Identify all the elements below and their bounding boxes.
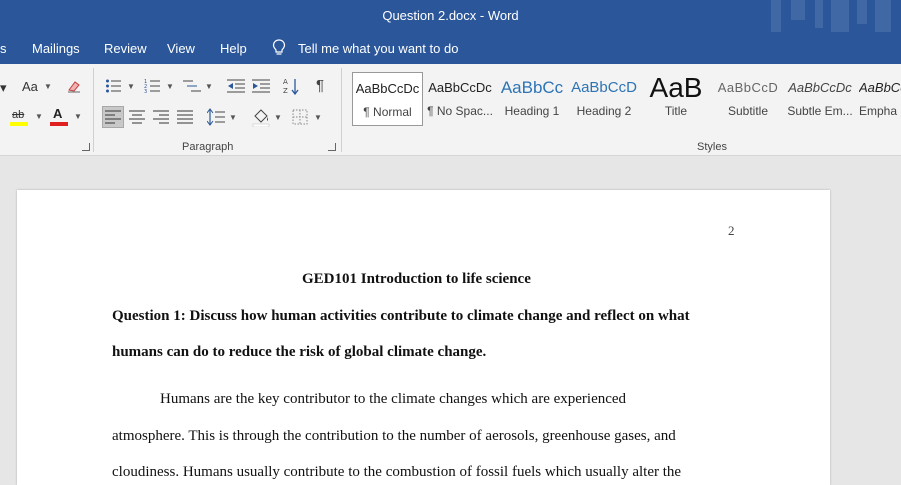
style-preview: AaB — [649, 72, 703, 103]
body-line-1: Humans are the key contributor to the cl… — [160, 391, 627, 407]
style-name: ¶ No Spac... — [427, 104, 493, 118]
line-spacing-icon[interactable] — [207, 108, 225, 126]
borders-icon[interactable] — [292, 109, 308, 125]
style-name: Heading 2 — [576, 104, 632, 118]
ribbon-tabs: s Mailings Review View Help Tell me what… — [0, 32, 901, 64]
body-line-3: cloudiness. Humans usually contribute to… — [112, 464, 682, 480]
tell-me-text: Tell me what you want to do — [298, 40, 459, 56]
font-dialog-launcher-icon[interactable] — [82, 143, 90, 151]
change-case-icon[interactable]: Aa — [22, 79, 38, 95]
align-right-icon[interactable] — [153, 110, 169, 124]
chevron-down-icon[interactable]: ▼ — [229, 113, 237, 122]
highlight-color-bar — [10, 122, 28, 126]
justify-icon[interactable] — [177, 110, 193, 124]
question-line-2: humans can do to reduce the risk of glob… — [112, 344, 487, 360]
tab-mailings[interactable]: Mailings — [32, 41, 80, 56]
style-preview: AaBbCcDc — [355, 81, 420, 96]
font-size-decrease-icon[interactable]: ▾ — [0, 80, 7, 96]
align-center-icon[interactable] — [129, 110, 145, 124]
title-bar: Question 2.docx - Word — [0, 0, 901, 32]
style-name: ¶ Normal — [363, 105, 412, 119]
chevron-down-icon[interactable]: ▼ — [274, 113, 282, 122]
text-highlight-icon[interactable]: ab — [12, 107, 24, 123]
numbering-icon[interactable]: 1 2 3 — [144, 78, 162, 94]
style-preview: AaBbCcDc — [428, 80, 492, 95]
font-color-icon[interactable]: A — [53, 106, 62, 122]
decrease-indent-icon[interactable] — [227, 78, 245, 94]
group-separator — [341, 68, 342, 152]
bullets-icon[interactable] — [105, 78, 123, 94]
style-name: Title — [664, 104, 688, 118]
tell-me-box[interactable]: Tell me what you want to do — [272, 39, 458, 57]
shading-icon[interactable] — [252, 107, 270, 127]
style-no-spacing[interactable]: AaBbCcDc ¶ No Spac... — [425, 72, 495, 126]
tab-review[interactable]: Review — [104, 41, 147, 56]
question-line-1: Question 1: Discuss how human activities… — [112, 308, 690, 324]
document-page[interactable]: 2 GED101 Introduction to life science Qu… — [17, 190, 830, 485]
chevron-down-icon[interactable]: ▼ — [314, 113, 322, 122]
align-left-icon — [105, 110, 121, 124]
chevron-down-icon[interactable]: ▼ — [127, 82, 135, 91]
style-name: Subtle Em... — [787, 104, 853, 118]
style-heading-2[interactable]: AaBbCcD Heading 2 — [569, 72, 639, 126]
svg-text:3: 3 — [144, 89, 147, 94]
chevron-down-icon[interactable]: ▼ — [35, 112, 43, 121]
title-bar-decoration — [761, 0, 901, 32]
page-number: 2 — [728, 223, 735, 238]
style-preview: AaBbCcD — [717, 80, 779, 95]
style-subtitle[interactable]: AaBbCcD Subtitle — [713, 72, 783, 126]
group-separator — [93, 68, 94, 152]
style-title[interactable]: AaB Title — [641, 72, 711, 126]
ribbon: ▾ Aa ▼ ab ▼ A ▼ ▼ 1 2 3 ▼ ▼ A Z ¶ ▼ ▼ ▼ … — [0, 64, 901, 156]
tab-help[interactable]: Help — [220, 41, 247, 56]
multilevel-list-icon[interactable] — [183, 78, 201, 94]
style-heading-1[interactable]: AaBbCc Heading 1 — [497, 72, 567, 126]
sort-icon[interactable]: A Z — [283, 77, 299, 95]
paragraph-dialog-launcher-icon[interactable] — [328, 143, 336, 151]
tab-view[interactable]: View — [167, 41, 195, 56]
style-normal[interactable]: AaBbCcDc ¶ Normal — [352, 72, 423, 126]
lightbulb-icon — [272, 39, 286, 55]
chevron-down-icon[interactable]: ▼ — [44, 82, 52, 91]
style-name: Heading 1 — [504, 104, 560, 118]
style-subtle-emphasis[interactable]: AaBbCcDc Subtle Em... — [785, 72, 855, 126]
style-preview: AaBbCcD — [571, 79, 637, 96]
chevron-down-icon[interactable]: ▼ — [74, 112, 82, 121]
style-emphasis[interactable]: AaBbCc Empha — [859, 72, 901, 126]
pilcrow-icon[interactable]: ¶ — [316, 78, 324, 94]
style-name: Subtitle — [727, 104, 769, 118]
body-line-2: atmosphere. This is through the contribu… — [112, 428, 676, 444]
styles-group-label: Styles — [697, 141, 727, 153]
clear-formatting-icon[interactable] — [66, 78, 82, 94]
style-name: Empha — [859, 104, 898, 118]
paragraph-group-label: Paragraph — [182, 141, 234, 153]
style-preview: AaBbCc — [500, 78, 564, 97]
document-title: GED101 Introduction to life science — [302, 271, 531, 287]
chevron-down-icon[interactable]: ▼ — [166, 82, 174, 91]
svg-text:Z: Z — [283, 87, 288, 95]
style-preview: AaBbCc — [859, 80, 901, 95]
increase-indent-icon[interactable] — [252, 78, 270, 94]
style-preview: AaBbCcDc — [788, 80, 852, 95]
font-color-bar — [50, 122, 68, 126]
chevron-down-icon[interactable]: ▼ — [205, 82, 213, 91]
tab-references-partial[interactable]: s — [0, 41, 7, 56]
svg-text:A: A — [283, 78, 288, 86]
